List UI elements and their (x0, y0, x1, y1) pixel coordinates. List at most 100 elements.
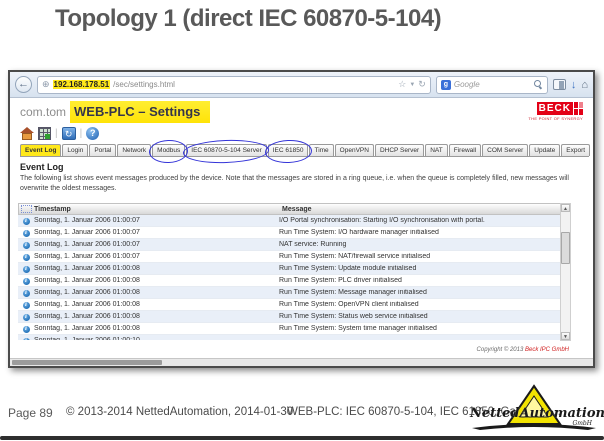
info-icon: i (18, 229, 34, 237)
page-copyright-prefix: Copyright © 2013 (476, 347, 525, 353)
home-icon[interactable] (20, 126, 34, 140)
tab-com-server[interactable]: COM Server (482, 144, 529, 156)
tab-modbus[interactable]: Modbus (152, 144, 186, 156)
tab-iec-60870-5-104-server[interactable]: IEC 60870-5-104 Server (186, 144, 267, 156)
message-cell: Run Time System: PLC driver initialised (279, 277, 402, 284)
toolbar-divider: | (79, 127, 83, 139)
info-icon: i (18, 325, 34, 333)
horizontal-scrollbar-thumb[interactable] (12, 360, 162, 365)
info-icon: i (18, 277, 34, 285)
beck-logo-text: BECK (536, 102, 573, 115)
slide-footer: Page 89 © 2013-2014 NettedAutomation, 20… (0, 384, 604, 434)
timestamp-cell: Sonntag, 1. Januar 2006 01:00:08 (34, 325, 140, 332)
tab-portal[interactable]: Portal (89, 144, 117, 156)
nettedautomation-logo: NettedAutomation GmbH (468, 384, 604, 434)
vertical-scrollbar[interactable]: ▲ ▼ (560, 203, 571, 341)
column-header-timestamp: Timestamp (34, 205, 71, 213)
info-icon: i (18, 253, 34, 261)
message-cell: Run Time System: Message manager initial… (279, 289, 427, 296)
header-focus-outline (21, 205, 32, 213)
address-bar[interactable]: ⊕ 192.168.178.51 /sec/settings.html ☆ ▼ … (37, 75, 431, 94)
search-placeholder: Google (453, 80, 480, 89)
beck-tagline: THE POINT OF SYNERGY (528, 116, 583, 121)
message-cell: NAT service: Running (279, 241, 347, 248)
tab-firewall[interactable]: Firewall (448, 144, 482, 156)
page-copyright: Copyright © 2013 Beck IPC GmbH (477, 347, 569, 353)
slide: Topology 1 (direct IEC 60870-5-104) ← ⊕ … (0, 0, 604, 441)
event-log-table: Timestamp Message i Sonntag, 1. Januar 20… (18, 203, 564, 340)
table-header: Timestamp Message (18, 203, 564, 215)
back-button[interactable]: ← (15, 76, 32, 93)
info-icon: i (18, 217, 34, 225)
scrollbar-thumb[interactable] (561, 232, 570, 264)
beck-logo-dots (574, 102, 583, 115)
tab-iec-61850[interactable]: IEC 61850 (267, 144, 309, 156)
tab-openvpn[interactable]: OpenVPN (334, 144, 374, 156)
beck-logo: BECK THE POINT OF SYNERGY (528, 102, 583, 121)
column-header-message: Message (282, 205, 312, 213)
site-identity-icon: ⊕ (42, 79, 50, 89)
scroll-down-icon[interactable]: ▼ (561, 332, 570, 340)
page-title: WEB-PLC – Settings (70, 101, 211, 123)
section-title: Event Log (20, 162, 64, 172)
logo-text: NettedAutomation (470, 406, 604, 421)
search-engine-icon[interactable]: g (440, 79, 451, 90)
page-toolbar: | ↻ | ? (20, 125, 100, 141)
info-icon: i (18, 313, 34, 321)
browser-home-icon[interactable]: ⌂ (581, 79, 588, 91)
timestamp-cell: Sonntag, 1. Januar 2006 01:00:08 (34, 301, 140, 308)
tab-groups-icon[interactable] (552, 79, 566, 90)
page-number: Page 89 (8, 406, 53, 420)
browser-window: ← ⊕ 192.168.178.51 /sec/settings.html ☆ … (8, 70, 595, 368)
downloads-icon[interactable]: ↓ (571, 79, 577, 91)
slide-title: Topology 1 (direct IEC 60870-5-104) (55, 5, 442, 32)
table-row: i Sonntag, 1. Januar 2006 01:00:08 Run Tim… (18, 311, 564, 323)
toolbar-divider: | (55, 127, 58, 139)
table-row: iSonntag, 1. Januar 2006 01:00:10 (18, 335, 564, 340)
browser-chrome: ← ⊕ 192.168.178.51 /sec/settings.html ☆ … (10, 72, 593, 98)
info-icon: i (18, 265, 34, 273)
tab-update[interactable]: Update (529, 144, 561, 156)
tab-export[interactable]: Export (561, 144, 591, 156)
timestamp-cell: Sonntag, 1. Januar 2006 01:00:07 (34, 229, 140, 236)
table-row: i Sonntag, 1. Januar 2006 01:00:07 Run Tim… (18, 251, 564, 263)
help-icon[interactable]: ? (86, 126, 100, 140)
table-row: i Sonntag, 1. Januar 2006 01:00:07 Run Tim… (18, 227, 564, 239)
message-cell: Run Time System: NAT/firewall service in… (279, 253, 431, 260)
timestamp-cell: Sonntag, 1. Januar 2006 01:00:10 (34, 337, 279, 340)
tab-nat[interactable]: NAT (425, 144, 448, 156)
timestamp-cell: Sonntag, 1. Januar 2006 01:00:07 (34, 253, 140, 260)
plc-editor-icon[interactable] (38, 126, 51, 140)
web-page: com.tom WEB-PLC – Settings BECK THE POIN… (10, 99, 593, 358)
logo-subtext: GmbH (572, 420, 592, 427)
bookmark-star-icon[interactable]: ☆ (398, 79, 406, 90)
refresh-icon[interactable]: ↻ (61, 126, 76, 140)
url-dropdown-icon[interactable]: ▼ (409, 82, 415, 88)
horizontal-scrollbar[interactable] (10, 358, 593, 366)
tab-event-log[interactable]: Event Log (20, 144, 62, 156)
message-cell: I/O Portal synchronisation: Starting I/O… (279, 217, 485, 224)
info-icon: i (18, 337, 34, 340)
tab-login[interactable]: Login (62, 144, 89, 156)
timestamp-cell: Sonntag, 1. Januar 2006 01:00:07 (34, 217, 140, 224)
tab-network[interactable]: Network (117, 144, 152, 156)
timestamp-cell: Sonntag, 1. Januar 2006 01:00:08 (34, 277, 140, 284)
reload-icon[interactable]: ↻ (418, 79, 426, 90)
info-icon: i (18, 241, 34, 249)
search-icon[interactable] (533, 80, 543, 89)
event-table-body: i Sonntag, 1. Januar 2006 01:00:07 I/O Por… (18, 215, 564, 340)
tab-bar: Event Log Login Portal Network Modbus IEC 608… (20, 143, 591, 157)
scroll-up-icon[interactable]: ▲ (561, 204, 570, 212)
message-cell: Run Time System: Status web service init… (279, 313, 428, 320)
message-cell: Run Time System: I/O hardware manager in… (279, 229, 439, 236)
timestamp-cell: Sonntag, 1. Januar 2006 01:00:08 (34, 289, 140, 296)
tab-dhcp-server[interactable]: DHCP Server (374, 144, 425, 156)
table-row: i Sonntag, 1. Januar 2006 01:00:07 I/O Por… (18, 215, 564, 227)
table-row: i Sonntag, 1. Januar 2006 01:00:08 Run Tim… (18, 263, 564, 275)
search-box[interactable]: g Google (435, 75, 548, 94)
table-row: i Sonntag, 1. Januar 2006 01:00:08 Run Tim… (18, 287, 564, 299)
page-copyright-company: Beck IPC GmbH (524, 347, 569, 353)
tab-time[interactable]: Time (309, 144, 334, 156)
info-icon: i (18, 289, 34, 297)
table-row: i Sonntag, 1. Januar 2006 01:00:07 NAT ser… (18, 239, 564, 251)
